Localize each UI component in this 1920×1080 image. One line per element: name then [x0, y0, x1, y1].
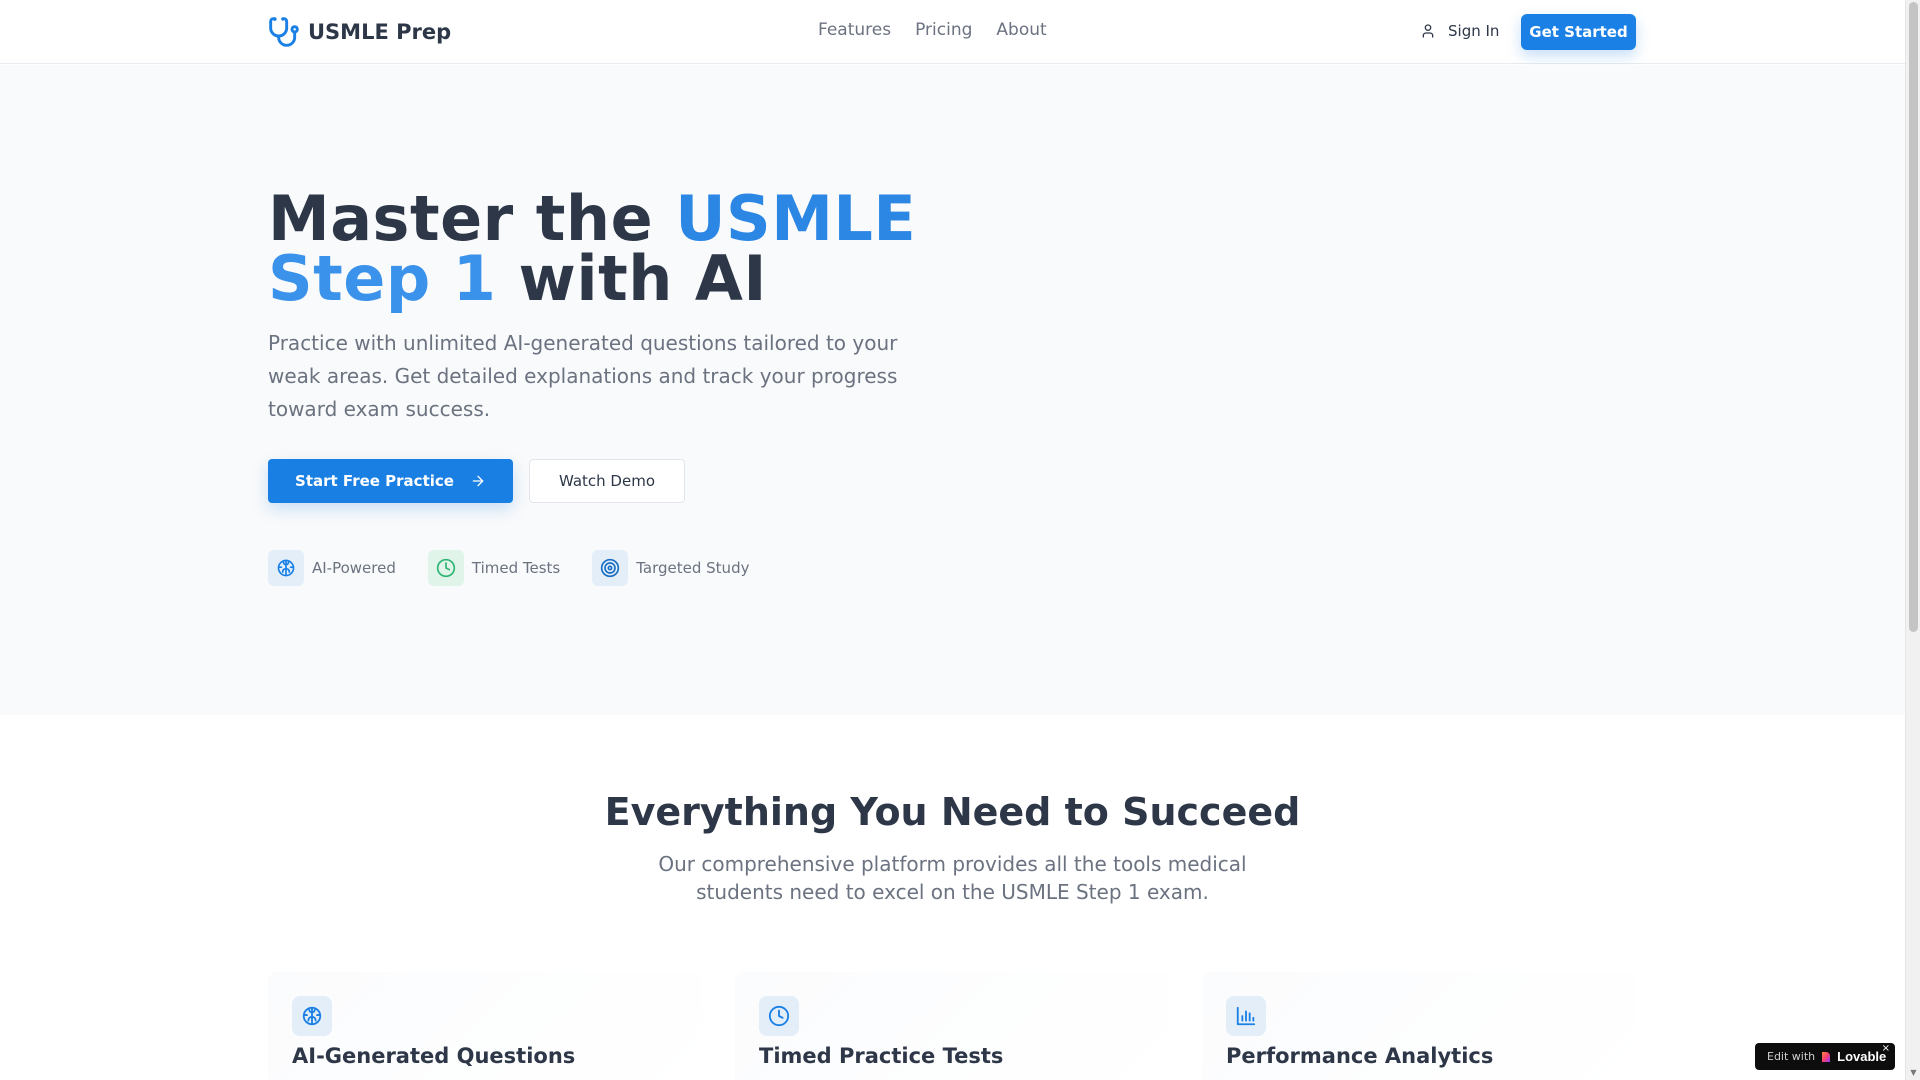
- nav-pricing[interactable]: Pricing: [915, 20, 972, 40]
- vertical-scrollbar[interactable]: ▼: [1905, 0, 1920, 1080]
- badge-ai-powered: AI-Powered: [268, 550, 396, 586]
- card-icon-box: [1226, 996, 1266, 1036]
- badge-icon-box: [268, 550, 304, 586]
- brain-icon: [277, 559, 295, 577]
- card-title: Timed Practice Tests: [759, 1044, 1004, 1068]
- badge-timed-tests: Timed Tests: [427, 550, 561, 586]
- get-started-button[interactable]: Get Started: [1521, 14, 1636, 50]
- features-title: Everything You Need to Succeed: [604, 790, 1301, 834]
- hero-title-accent2: Step 1: [268, 242, 497, 315]
- edit-with-label: Edit with: [1767, 1050, 1816, 1063]
- logo-text: USMLE Prep: [308, 20, 452, 44]
- feature-card-ai-questions: AI-Generated Questions: [268, 972, 702, 1080]
- sign-in-label: Sign In: [1448, 22, 1500, 40]
- hero-title: Master the USMLE Step 1 with AI: [268, 188, 968, 310]
- feature-card-timed-tests: Timed Practice Tests: [735, 972, 1169, 1080]
- lovable-brand: Lovable: [1837, 1049, 1887, 1064]
- badge-label: Targeted Study: [636, 559, 750, 577]
- features-subtitle: Our comprehensive platform provides all …: [658, 852, 1247, 904]
- page: USMLE Prep Features Pricing About Sign I…: [0, 0, 1905, 1080]
- main-nav: Features Pricing About: [818, 20, 1047, 40]
- hero-subtitle: Practice with unlimited AI-generated que…: [268, 331, 898, 421]
- arrow-right-icon: [472, 475, 484, 487]
- clock-icon: [436, 558, 456, 578]
- start-free-practice-button[interactable]: Start Free Practice: [268, 459, 513, 503]
- hero-title-part2: with AI: [496, 242, 767, 315]
- nav-features[interactable]: Features: [818, 20, 891, 40]
- badge-label: Timed Tests: [471, 559, 561, 577]
- feature-badges: AI-Powered Timed Tests Targeted Study: [268, 550, 749, 586]
- badge-targeted-study: Targeted Study: [592, 550, 749, 586]
- target-icon: [601, 558, 620, 578]
- brain-icon: [302, 1006, 322, 1026]
- sign-in-button[interactable]: Sign In: [1420, 22, 1499, 40]
- card-title: Performance Analytics: [1226, 1044, 1494, 1068]
- edit-with-lovable-badge[interactable]: Edit with Lovable ×: [1755, 1043, 1895, 1070]
- start-free-practice-label: Start Free Practice: [295, 472, 454, 490]
- card-icon-box: [759, 996, 799, 1036]
- scrollbar-thumb[interactable]: [1909, 2, 1918, 632]
- close-icon[interactable]: ×: [1882, 1043, 1890, 1054]
- watch-demo-button[interactable]: Watch Demo: [529, 459, 685, 503]
- badge-label: AI-Powered: [312, 559, 396, 577]
- badge-icon-box: [592, 550, 629, 586]
- card-title: AI-Generated Questions: [292, 1044, 576, 1068]
- card-icon-box: [292, 996, 332, 1036]
- feature-card-analytics: Performance Analytics: [1202, 972, 1636, 1080]
- badge-icon-box: [427, 550, 464, 586]
- clock-icon: [768, 1005, 790, 1027]
- scroll-down-arrow-icon[interactable]: ▼: [1906, 1065, 1920, 1080]
- hero-section: Master the USMLE Step 1 with AI Practice…: [0, 65, 1905, 715]
- site-header: USMLE Prep Features Pricing About Sign I…: [0, 0, 1905, 64]
- user-icon: [1422, 24, 1434, 38]
- bar-chart-icon: [1236, 1006, 1256, 1026]
- stethoscope-icon: [269, 17, 299, 47]
- nav-about[interactable]: About: [996, 20, 1046, 40]
- logo[interactable]: USMLE Prep: [268, 16, 451, 48]
- lovable-heart-icon: [1822, 1051, 1831, 1062]
